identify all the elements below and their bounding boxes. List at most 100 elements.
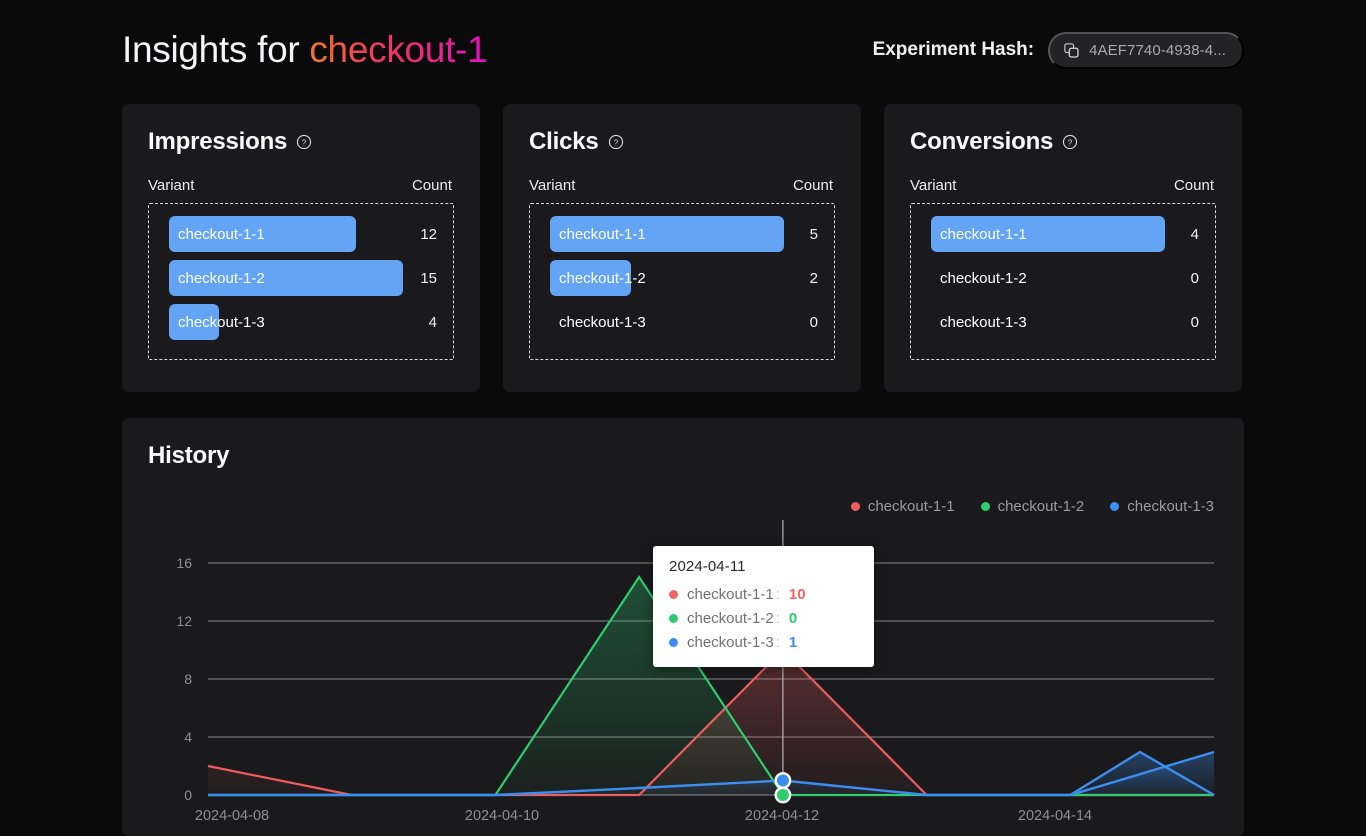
metric-cards-row: Impressions ? Variant Count checkout-1-1… bbox=[122, 104, 1244, 392]
page-title-prefix: Insights for bbox=[122, 29, 310, 70]
impressions-card: Impressions ? Variant Count checkout-1-1… bbox=[122, 104, 480, 392]
bar-variant-label: checkout-1-1 bbox=[940, 225, 1027, 243]
tooltip-date: 2024-04-11 bbox=[669, 558, 746, 575]
impressions-card-title: Impressions bbox=[148, 128, 288, 155]
tooltip-series-value: 0 bbox=[788, 609, 798, 627]
bar-count-value: 15 bbox=[420, 269, 437, 287]
copy-experiment-hash-button[interactable]: 4AEF7740-4938-4... bbox=[1048, 31, 1244, 69]
history-title: History bbox=[148, 442, 230, 469]
svg-text:?: ? bbox=[613, 137, 618, 147]
clicks-card-header: Clicks ? bbox=[529, 128, 835, 156]
bar-variant-label: checkout-1-2 bbox=[559, 269, 646, 287]
conversions-card-title: Conversions bbox=[910, 128, 1054, 155]
hover-point-checkout-1-3 bbox=[774, 772, 792, 789]
bar-track: checkout-1-2 bbox=[911, 260, 1165, 296]
experiment-hash-group: Experiment Hash: 4AEF7740-4938-4... bbox=[872, 31, 1244, 69]
bar-track: checkout-1-2 bbox=[530, 260, 784, 296]
conversions-bars-container: checkout-1-1 4 checkout-1-2 0 checkout-1… bbox=[910, 203, 1216, 360]
column-header-count: Count bbox=[1173, 177, 1214, 194]
bar-variant-label: checkout-1-1 bbox=[178, 225, 265, 243]
tooltip-colon: : bbox=[775, 585, 780, 603]
tooltip-series-name: checkout-1-1 bbox=[687, 585, 774, 603]
tooltip-colon: : bbox=[775, 633, 780, 651]
svg-text:8: 8 bbox=[184, 671, 192, 687]
column-header-variant: Variant bbox=[148, 177, 195, 194]
bar-count-value: 0 bbox=[1190, 313, 1199, 331]
column-header-variant: Variant bbox=[529, 177, 576, 194]
insights-page: Insights for checkout-1 Experiment Hash:… bbox=[0, 0, 1366, 836]
table-row[interactable]: checkout-1-2 2 bbox=[530, 256, 834, 300]
chart-x-axis-labels: 2024-04-08 2024-04-10 2024-04-12 2024-04… bbox=[195, 808, 1092, 824]
bar-count-value: 0 bbox=[1190, 269, 1199, 287]
bar-track: checkout-1-1 bbox=[911, 216, 1165, 252]
chart-tooltip: 2024-04-11 checkout-1-1 : 10 checkout-1-… bbox=[653, 546, 874, 667]
table-row[interactable]: checkout-1-3 0 bbox=[530, 300, 834, 344]
table-row[interactable]: checkout-1-2 0 bbox=[911, 256, 1215, 300]
bar-track: checkout-1-1 bbox=[530, 216, 784, 252]
tooltip-series-name: checkout-1-3 bbox=[687, 633, 774, 651]
hover-point-checkout-1-2 bbox=[774, 786, 792, 804]
clicks-table-header: Variant Count bbox=[529, 177, 835, 194]
experiment-hash-value: 4AEF7740-4938-4... bbox=[1089, 41, 1226, 59]
tooltip-row: checkout-1-1 : 10 bbox=[669, 582, 858, 606]
bar-track: checkout-1-1 bbox=[149, 216, 403, 252]
bar-variant-label: checkout-1-2 bbox=[940, 269, 1027, 287]
x-tick-label: 2024-04-08 bbox=[195, 808, 269, 824]
tooltip-row: checkout-1-2 : 0 bbox=[669, 606, 858, 630]
bar-variant-label: checkout-1-2 bbox=[178, 269, 265, 287]
table-row[interactable]: checkout-1-1 4 bbox=[911, 212, 1215, 256]
tooltip-series-value: 1 bbox=[788, 633, 798, 651]
tooltip-colon: : bbox=[775, 609, 780, 627]
tooltip-color-dot bbox=[669, 589, 678, 599]
table-row[interactable]: checkout-1-3 0 bbox=[911, 300, 1215, 344]
bar-track: checkout-1-3 bbox=[530, 304, 784, 340]
impressions-bars-container: checkout-1-1 12 checkout-1-2 15 checkout… bbox=[148, 203, 454, 360]
bar-variant-label: checkout-1-3 bbox=[178, 313, 265, 331]
bar-variant-label: checkout-1-1 bbox=[559, 225, 646, 243]
clicks-card-title: Clicks bbox=[529, 128, 599, 155]
impressions-table-header: Variant Count bbox=[148, 177, 454, 194]
table-row[interactable]: checkout-1-1 5 bbox=[530, 212, 834, 256]
column-header-count: Count bbox=[792, 177, 833, 194]
conversions-table-header: Variant Count bbox=[910, 177, 1216, 194]
clicks-card: Clicks ? Variant Count checkout-1-1 5 ch… bbox=[503, 104, 861, 392]
column-header-count: Count bbox=[411, 177, 452, 194]
column-header-variant: Variant bbox=[910, 177, 957, 194]
tooltip-series-name: checkout-1-2 bbox=[687, 609, 774, 627]
bar-count-value: 2 bbox=[809, 269, 818, 287]
table-row[interactable]: checkout-1-3 4 bbox=[149, 300, 453, 344]
svg-text:?: ? bbox=[302, 137, 307, 147]
experiment-hash-label: Experiment Hash: bbox=[872, 39, 1035, 60]
bar-count-value: 0 bbox=[809, 313, 818, 331]
clicks-bars-container: checkout-1-1 5 checkout-1-2 2 checkout-1… bbox=[529, 203, 835, 360]
bar-track: checkout-1-3 bbox=[911, 304, 1165, 340]
experiment-name: checkout-1 bbox=[309, 29, 488, 70]
svg-text:4: 4 bbox=[184, 729, 192, 745]
bar-variant-label: checkout-1-3 bbox=[940, 313, 1027, 331]
history-panel: History checkout-1-1 checkout-1-2 checko… bbox=[122, 418, 1244, 836]
x-tick-label: 2024-04-10 bbox=[465, 808, 539, 824]
page-header: Insights for checkout-1 Experiment Hash:… bbox=[0, 0, 1366, 100]
table-row[interactable]: checkout-1-2 15 bbox=[149, 256, 453, 300]
bar-count-value: 5 bbox=[809, 225, 818, 243]
bar-count-value: 4 bbox=[428, 313, 437, 331]
conversions-card-header: Conversions ? bbox=[910, 128, 1216, 156]
svg-text:0: 0 bbox=[184, 787, 192, 803]
history-chart[interactable]: 16 12 8 4 0 2024-04-08 2024-04-10 2024-0… bbox=[122, 478, 1244, 836]
bar-count-value: 12 bbox=[420, 225, 437, 243]
bar-variant-label: checkout-1-3 bbox=[559, 313, 646, 331]
table-row[interactable]: checkout-1-1 12 bbox=[149, 212, 453, 256]
chart-y-axis-labels: 16 12 8 4 0 bbox=[176, 555, 192, 803]
tooltip-color-dot bbox=[669, 613, 678, 623]
tooltip-color-dot bbox=[669, 637, 678, 647]
svg-text:16: 16 bbox=[176, 555, 192, 571]
copy-icon bbox=[1064, 42, 1079, 58]
question-circle-icon[interactable]: ? bbox=[1062, 134, 1078, 150]
question-circle-icon[interactable]: ? bbox=[608, 134, 624, 150]
x-tick-label: 2024-04-14 bbox=[1018, 808, 1092, 824]
conversions-card: Conversions ? Variant Count checkout-1-1… bbox=[884, 104, 1242, 392]
x-tick-label: 2024-04-12 bbox=[745, 808, 819, 824]
question-circle-icon[interactable]: ? bbox=[296, 134, 312, 150]
bar-count-value: 4 bbox=[1190, 225, 1199, 243]
bar-track: checkout-1-2 bbox=[149, 260, 403, 296]
